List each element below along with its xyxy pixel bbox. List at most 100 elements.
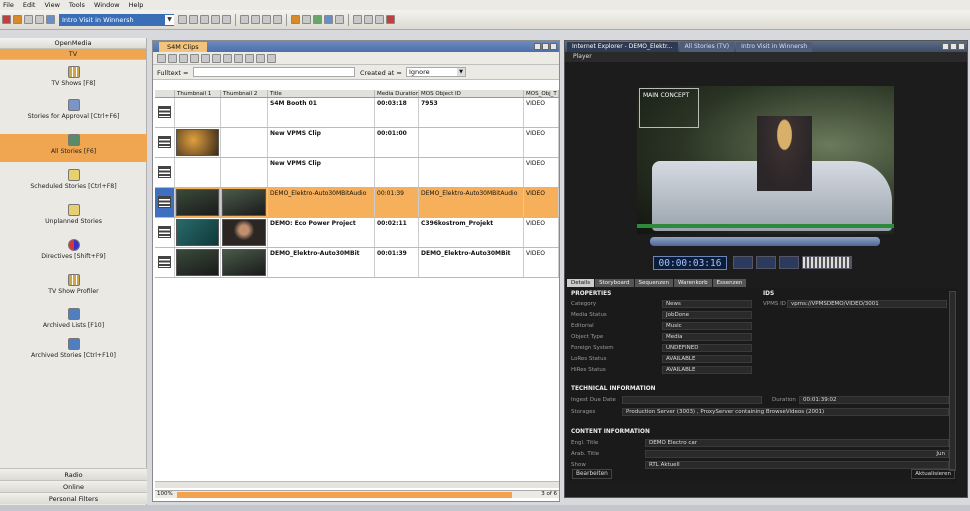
table-row[interactable]: DEMO: Eco Power Project 00:02:11 C396kos… [155,218,559,248]
sidebar-item-tv-show-profiler[interactable]: TV Show Profiler [0,274,147,302]
edit-icon[interactable] [179,53,188,63]
sidebar-item-archived-lists[interactable]: Archived Lists [F10] [0,308,147,336]
tab-storyboard[interactable]: Storyboard [595,279,634,287]
minimize-icon[interactable] [942,43,949,50]
properties-icon[interactable] [251,15,260,24]
globe-icon[interactable] [364,15,373,24]
directives-icon [67,239,80,251]
table-row[interactable]: New VPMS Clip 00:01:00 VIDEO [155,128,559,158]
play-icon[interactable] [756,256,776,269]
sidebar-item-scheduled-stories[interactable]: Scheduled Stories [Ctrl+F8] [0,169,147,197]
paste-icon[interactable] [211,15,220,24]
sidebar-footer-personal-filters[interactable]: Personal Filters [0,492,147,504]
minimize-icon[interactable] [534,43,541,50]
fulltext-input[interactable] [193,67,355,77]
tab-warenkorb[interactable]: Warenkorb [673,279,712,287]
tree-icon[interactable] [353,15,362,24]
details-vertical-scrollbar[interactable] [949,291,956,471]
menu-edit[interactable]: Edit [23,1,36,9]
preview-icon[interactable] [223,53,232,63]
delete-icon[interactable] [222,15,231,24]
tab-internet-explorer[interactable]: Internet Explorer - DEMO_Elektr... [567,42,678,52]
clips-toolbar [153,52,559,65]
table-row-selected[interactable]: DEMO_Elektro-Auto30MBitAudio 00:01:39 DE… [155,188,559,218]
export-icon[interactable] [201,53,210,63]
refresh-button[interactable]: Aktualisieren [911,469,955,479]
print-icon[interactable] [212,53,221,63]
maximize-icon[interactable] [950,43,957,50]
first-icon[interactable] [234,53,243,63]
column-header-title[interactable]: Title [268,90,375,97]
sidebar-item-tv-shows[interactable]: TV Shows [F8] [0,66,147,94]
property-value: AVAILABLE [662,355,752,363]
filter-icon[interactable] [256,53,265,63]
menu-help[interactable]: Help [129,1,144,9]
sidebar-item-archived-stories[interactable]: Archived Stories [Ctrl+F10] [0,338,147,366]
property-value: JobDone [662,311,752,319]
new-icon[interactable] [240,15,249,24]
menu-file[interactable]: File [3,1,14,9]
tab-s4m-clips[interactable]: S4M Clips [159,42,207,52]
stop-icon[interactable] [2,15,11,24]
menu-window[interactable]: Window [94,1,120,9]
cancel-icon[interactable] [386,15,395,24]
layout-icon[interactable] [273,15,282,24]
split-icon[interactable] [335,15,344,24]
maximize-icon[interactable] [542,43,549,50]
column-header-thumb1[interactable]: Thumbnail 1 [175,90,221,97]
window-select-dropdown[interactable]: Intro Visit in Winnersh ▼ [59,13,174,26]
tab-essenzen[interactable]: Essenzen [712,279,747,287]
find-icon[interactable] [313,15,322,24]
close-icon[interactable] [958,43,965,50]
refresh-icon[interactable] [375,15,384,24]
sidebar-item-directives[interactable]: Directives [Shift+F9] [0,239,147,267]
sidebar-footer-online[interactable]: Online [0,480,147,492]
copy-icon[interactable] [200,15,209,24]
table-row[interactable]: New VPMS Clip VIDEO [155,158,559,188]
tab-intro-visit[interactable]: Intro Visit in Winnersh [736,42,813,52]
column-header-thumb2[interactable]: Thumbnail 2 [221,90,268,97]
sidebar-header[interactable]: OpenMedia [0,38,146,49]
video-viewport[interactable]: MAIN CONCEPT [637,86,894,234]
clear-filter-icon[interactable] [267,53,276,63]
table-row[interactable]: S4M Booth 01 00:03:18 7953 VIDEO [155,98,559,128]
last-icon[interactable] [245,53,254,63]
sidebar-item-all-stories[interactable]: All Stories [F6] [0,134,147,162]
grid-view-icon[interactable] [324,15,333,24]
undo-icon[interactable] [178,15,187,24]
sidebar-item-unplanned-stories[interactable]: Unplanned Stories [0,204,147,232]
row-type: VIDEO [524,128,559,157]
print-icon[interactable] [35,15,44,24]
close-icon[interactable] [550,43,557,50]
column-header-mos-id[interactable]: MOS Object ID [419,90,524,97]
property-label: Media Status [571,312,607,318]
sidebar-item-label: TV Shows [F8] [51,80,96,87]
home-icon[interactable] [291,15,300,24]
created-at-select[interactable]: Ignore ▼ [406,67,466,77]
copy-icon[interactable] [190,53,199,63]
menu-view[interactable]: View [44,1,59,9]
attach-icon[interactable] [302,15,311,24]
step-forward-icon[interactable] [779,256,799,269]
tab-details[interactable]: Details [567,279,595,287]
list-icon[interactable] [262,15,271,24]
cursor-icon[interactable] [733,256,753,269]
filter-bar: Fulltext = Created at = Ignore ▼ [153,65,559,80]
save-icon[interactable] [24,15,33,24]
record-icon[interactable] [168,53,177,63]
save-icon[interactable] [157,53,166,63]
tab-sequenzen[interactable]: Sequenzen [634,279,673,287]
menu-tools[interactable]: Tools [69,1,85,9]
table-row[interactable]: DEMO_Elektro-Auto30MBit 00:01:39 DEMO_El… [155,248,559,278]
column-header-duration[interactable]: Media Duration [375,90,419,97]
horizontal-scrollbar[interactable] [155,481,559,488]
scrub-slider[interactable] [650,237,880,246]
cut-icon[interactable] [189,15,198,24]
column-header-mos-type[interactable]: MOS_Obj_T [524,90,559,97]
tab-all-stories[interactable]: All Stories (TV) [679,42,735,52]
sidebar-section-tv[interactable]: TV [0,49,146,60]
open-icon[interactable] [13,15,22,24]
sidebar-item-stories-approval[interactable]: Stories for Approval [Ctrl+F6] [0,99,147,127]
edit-button[interactable]: Bearbeiten [572,469,612,479]
sidebar-footer-radio[interactable]: Radio [0,468,147,480]
